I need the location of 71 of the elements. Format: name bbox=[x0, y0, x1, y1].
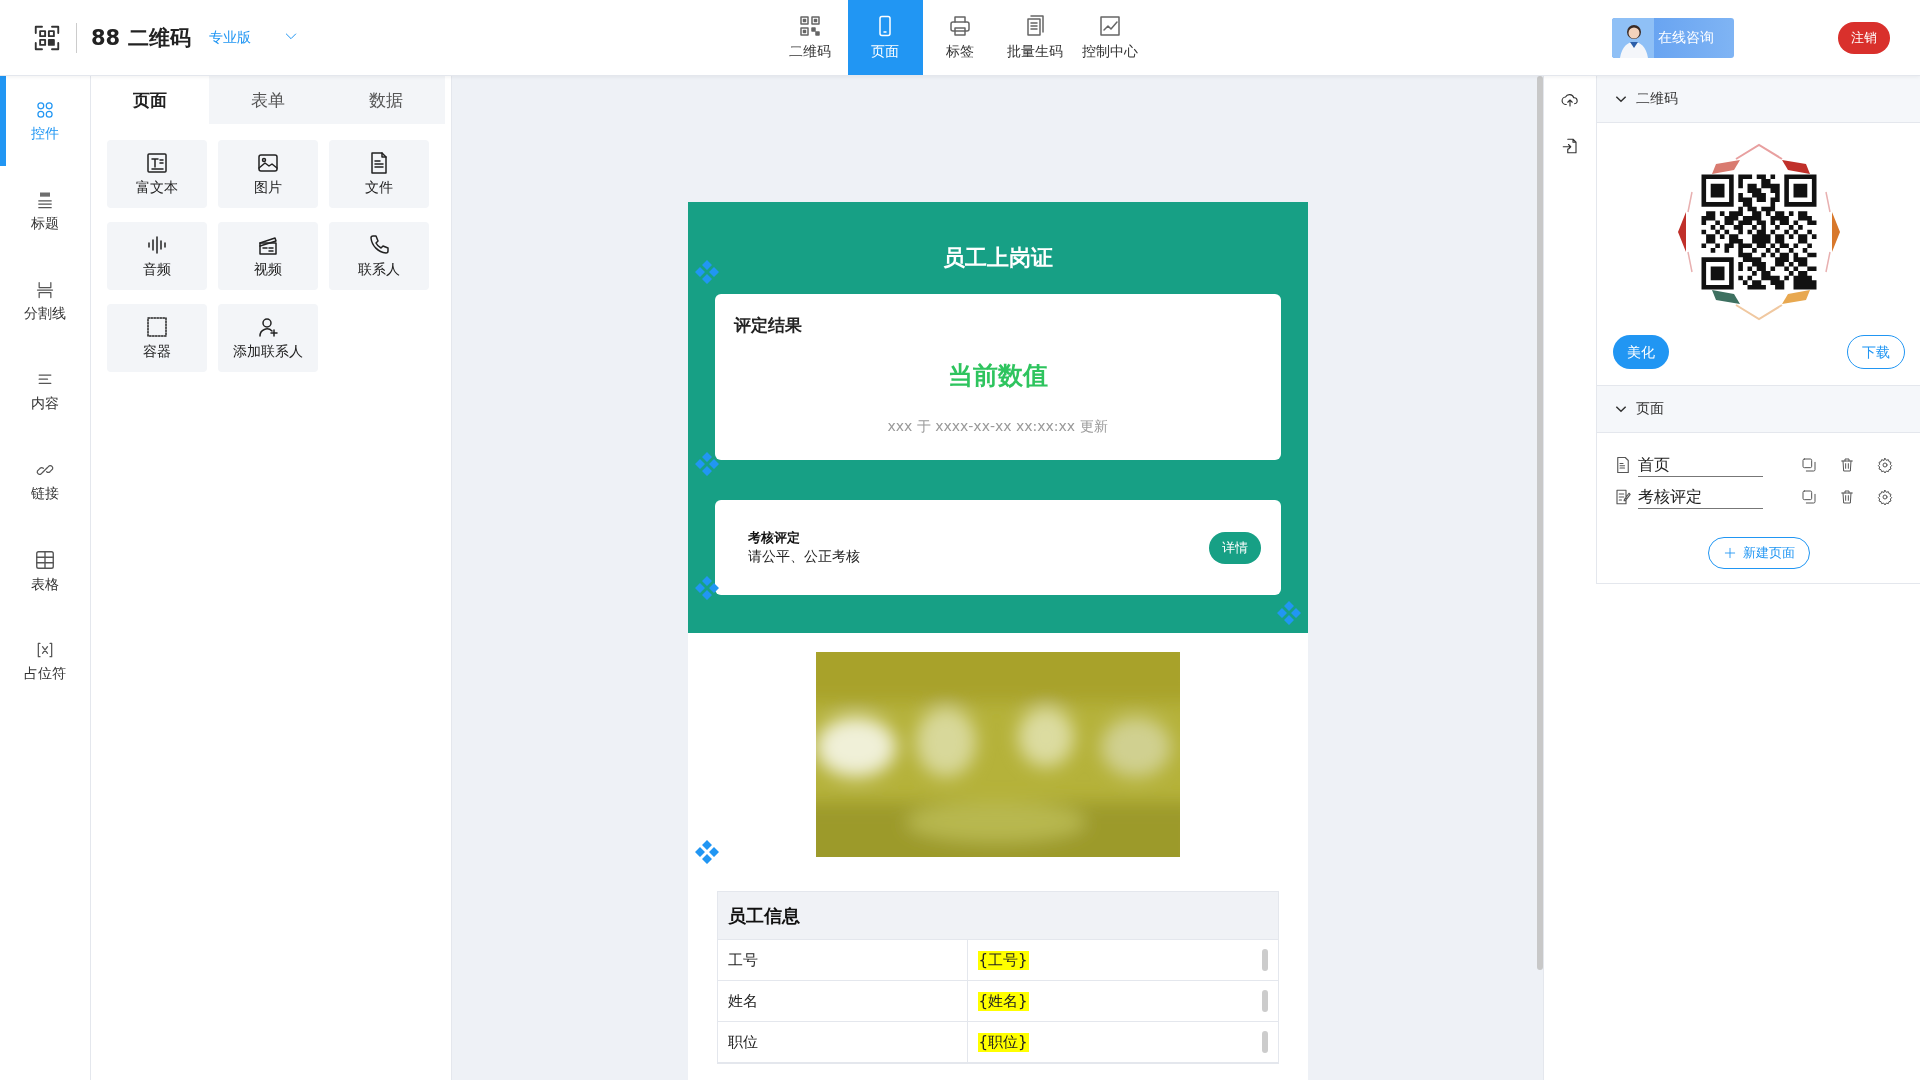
placeholder-tag: {姓名} bbox=[977, 991, 1029, 1011]
move-handle-icon[interactable] bbox=[693, 575, 720, 601]
section-title: 二维码 bbox=[1636, 90, 1678, 108]
drag-handle[interactable] bbox=[1261, 1031, 1268, 1053]
add-person-icon bbox=[256, 315, 280, 339]
scrollbar[interactable] bbox=[1537, 76, 1543, 970]
widget-tile[interactable]: 图片 bbox=[218, 140, 318, 208]
update-note: xxx 于 xxxx-xx-xx xx:xx:xx 更新 bbox=[886, 418, 1109, 436]
brand-name: 88 二维码 bbox=[91, 24, 191, 52]
page-name-field[interactable]: 首页 bbox=[1638, 453, 1763, 477]
table-icon bbox=[34, 548, 56, 571]
nav-tab[interactable]: 批量生码 bbox=[997, 0, 1073, 75]
table-cell: 工号 bbox=[717, 940, 968, 980]
page-icon bbox=[1614, 456, 1632, 474]
result-value: 当前数值 bbox=[946, 360, 1049, 392]
audio-icon bbox=[145, 233, 169, 257]
table-cell: 姓名 bbox=[717, 981, 968, 1021]
nav-tab[interactable]: 控制中心 bbox=[1072, 0, 1148, 75]
sidebar-item[interactable]: 标题 bbox=[0, 166, 90, 256]
trash-icon bbox=[1839, 489, 1855, 505]
printer-icon bbox=[948, 14, 972, 38]
page-name-field[interactable]: 考核评定 bbox=[1638, 485, 1763, 509]
review-subtitle: 请公平、公正考核 bbox=[747, 548, 861, 566]
sidebar-item[interactable]: 内容 bbox=[0, 346, 90, 436]
widget-tile[interactable]: 容器 bbox=[107, 304, 207, 372]
panel-tab[interactable]: 数据 bbox=[327, 76, 445, 124]
widget-tile[interactable]: 文件 bbox=[329, 140, 429, 208]
chart-icon bbox=[1098, 14, 1122, 38]
widget-tile[interactable]: 视频 bbox=[218, 222, 318, 290]
nav-tab[interactable]: 二维码 bbox=[772, 0, 848, 75]
plus-icon bbox=[1722, 546, 1737, 560]
rich-text-icon bbox=[145, 151, 169, 175]
widget-tile[interactable]: 添加联系人 bbox=[218, 304, 318, 372]
copy-icon bbox=[1801, 457, 1817, 473]
drag-handle[interactable] bbox=[1261, 949, 1268, 971]
review-title: 考核评定 bbox=[747, 529, 801, 547]
qr-code-icon bbox=[798, 14, 822, 38]
image-icon bbox=[256, 151, 280, 175]
move-handle-icon[interactable] bbox=[1275, 600, 1302, 626]
placeholder-tag: {职位} bbox=[977, 1032, 1029, 1052]
form-icon bbox=[1614, 488, 1632, 506]
table-cell: 职位 bbox=[717, 1022, 968, 1062]
grid-icon bbox=[35, 99, 55, 120]
drag-handle[interactable] bbox=[1261, 990, 1268, 1012]
sidebar-item[interactable]: 表格 bbox=[0, 526, 90, 616]
cloud-upload-icon bbox=[1561, 91, 1579, 109]
divider-icon bbox=[35, 279, 55, 300]
sidebar-item[interactable]: 占位符 bbox=[0, 616, 90, 706]
panel-tab[interactable]: 表单 bbox=[209, 76, 327, 124]
logout-button[interactable]: 注销 bbox=[1838, 21, 1890, 54]
table-title: 员工信息 bbox=[717, 892, 1278, 940]
trash-icon bbox=[1839, 457, 1855, 473]
settings-icon bbox=[1877, 489, 1893, 505]
card-heading: 评定结果 bbox=[733, 314, 803, 337]
nav-tab[interactable]: 标签 bbox=[922, 0, 998, 75]
widget-tile[interactable]: 富文本 bbox=[107, 140, 207, 208]
move-handle-icon[interactable] bbox=[693, 451, 720, 477]
sidebar-item[interactable]: 分割线 bbox=[0, 256, 90, 346]
section-title: 页面 bbox=[1636, 400, 1664, 418]
widget-tile[interactable]: 音频 bbox=[107, 222, 207, 290]
copy-icon bbox=[1801, 489, 1817, 505]
move-handle-icon[interactable] bbox=[693, 839, 720, 865]
import-icon bbox=[1561, 137, 1579, 155]
move-handle-icon[interactable] bbox=[693, 259, 720, 285]
page-title: 员工上岗证 bbox=[941, 244, 1054, 272]
widget-tile[interactable]: 联系人 bbox=[329, 222, 429, 290]
settings-icon bbox=[1877, 457, 1893, 473]
sidebar-item[interactable]: 链接 bbox=[0, 436, 90, 526]
container-icon bbox=[145, 315, 169, 339]
phone-icon bbox=[367, 233, 391, 257]
placeholder-tag: {工号} bbox=[977, 950, 1029, 970]
